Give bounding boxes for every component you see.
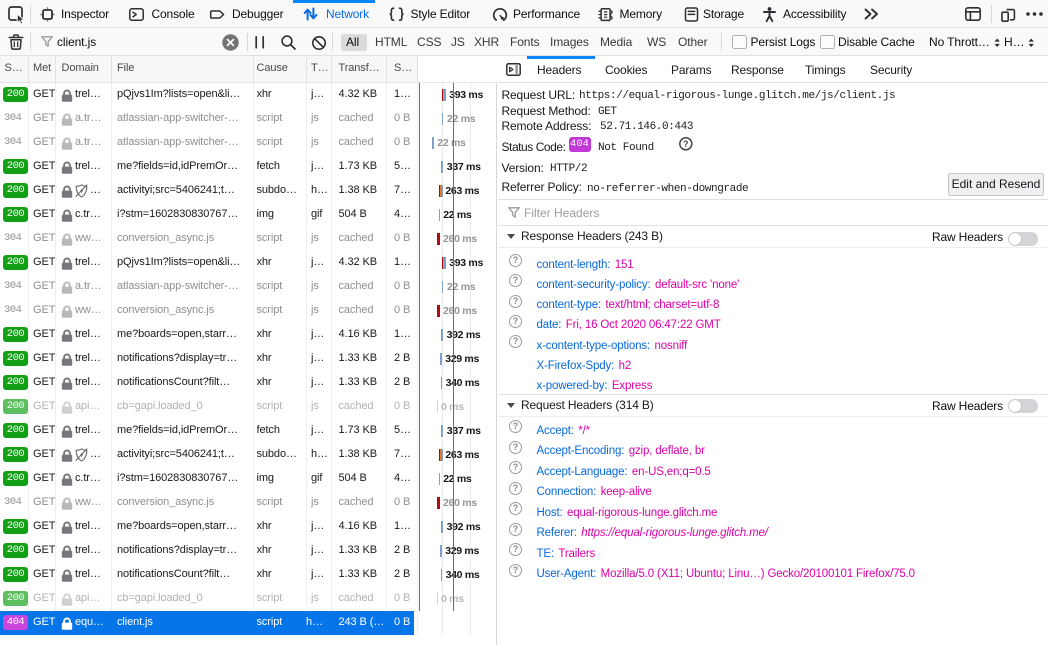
svg-text:?: ?	[683, 139, 689, 149]
